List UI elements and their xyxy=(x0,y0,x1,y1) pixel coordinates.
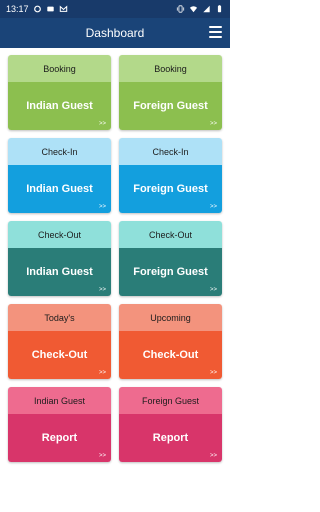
tile-label: Report xyxy=(41,432,78,444)
tile-body: Check-Out >> xyxy=(8,331,111,379)
tile-label: Foreign Guest xyxy=(133,100,208,112)
tile-label: Foreign Guest xyxy=(133,266,208,278)
double-chevron-right-icon: >> xyxy=(209,204,217,210)
double-chevron-right-icon: >> xyxy=(98,204,106,210)
tile-upcoming-checkout[interactable]: Upcoming Check-Out >> xyxy=(119,304,222,379)
tile-body: Foreign Guest >> xyxy=(119,248,222,296)
status-right xyxy=(176,5,224,13)
tile-label: Report xyxy=(152,432,189,444)
wifi-icon xyxy=(189,6,198,13)
tile-header: Upcoming xyxy=(119,304,222,331)
tile-checkin-foreign-guest[interactable]: Check-In Foreign Guest >> xyxy=(119,138,222,213)
tile-body: Indian Guest >> xyxy=(8,82,111,130)
menu-line xyxy=(209,31,222,33)
hamburger-menu-icon[interactable] xyxy=(209,26,222,38)
double-chevron-right-icon: >> xyxy=(209,453,217,459)
tile-body: Check-Out >> xyxy=(119,331,222,379)
tile-header: Booking xyxy=(8,55,111,82)
gmail-icon xyxy=(59,5,67,12)
tile-todays-checkout[interactable]: Today's Check-Out >> xyxy=(8,304,111,379)
double-chevron-right-icon: >> xyxy=(98,370,106,376)
tile-label: Indian Guest xyxy=(26,266,93,278)
dashboard-grid: Booking Indian Guest >> Booking Foreign … xyxy=(8,55,222,462)
tile-body: Foreign Guest >> xyxy=(119,82,222,130)
double-chevron-right-icon: >> xyxy=(98,121,106,127)
tile-booking-indian-guest[interactable]: Booking Indian Guest >> xyxy=(8,55,111,130)
tile-foreign-guest-report[interactable]: Foreign Guest Report >> xyxy=(119,387,222,462)
status-left: 13:17 xyxy=(6,4,68,14)
tile-label: Indian Guest xyxy=(26,100,93,112)
status-time: 13:17 xyxy=(6,4,29,14)
image-icon xyxy=(46,6,54,12)
menu-line xyxy=(209,36,222,38)
app-bar: Dashboard xyxy=(0,18,230,48)
tile-body: Indian Guest >> xyxy=(8,165,111,213)
page-title: Dashboard xyxy=(85,26,145,40)
tile-header: Booking xyxy=(119,55,222,82)
tile-indian-guest-report[interactable]: Indian Guest Report >> xyxy=(8,387,111,462)
tile-header: Check-In xyxy=(119,138,222,165)
tile-label: Check-Out xyxy=(142,349,199,361)
tile-header: Today's xyxy=(8,304,111,331)
double-chevron-right-icon: >> xyxy=(209,121,217,127)
tile-header: Check-In xyxy=(8,138,111,165)
status-bar: 13:17 xyxy=(0,0,230,18)
tile-header: Check-Out xyxy=(8,221,111,248)
tile-header: Indian Guest xyxy=(8,387,111,414)
double-chevron-right-icon: >> xyxy=(209,370,217,376)
tile-booking-foreign-guest[interactable]: Booking Foreign Guest >> xyxy=(119,55,222,130)
tile-body: Indian Guest >> xyxy=(8,248,111,296)
double-chevron-right-icon: >> xyxy=(209,287,217,293)
menu-line xyxy=(209,26,222,28)
tile-body: Foreign Guest >> xyxy=(119,165,222,213)
vibrate-icon xyxy=(176,5,185,13)
tile-checkout-indian-guest[interactable]: Check-Out Indian Guest >> xyxy=(8,221,111,296)
tile-checkin-indian-guest[interactable]: Check-In Indian Guest >> xyxy=(8,138,111,213)
ring-icon xyxy=(33,5,41,13)
tile-label: Foreign Guest xyxy=(133,183,208,195)
tile-header: Check-Out xyxy=(119,221,222,248)
double-chevron-right-icon: >> xyxy=(98,287,106,293)
tile-body: Report >> xyxy=(8,414,111,462)
signal-icon xyxy=(203,5,210,13)
tile-header: Foreign Guest xyxy=(119,387,222,414)
battery-icon xyxy=(217,5,222,13)
tile-checkout-foreign-guest[interactable]: Check-Out Foreign Guest >> xyxy=(119,221,222,296)
tile-label: Indian Guest xyxy=(26,183,93,195)
tile-label: Check-Out xyxy=(31,349,88,361)
tile-body: Report >> xyxy=(119,414,222,462)
double-chevron-right-icon: >> xyxy=(98,453,106,459)
